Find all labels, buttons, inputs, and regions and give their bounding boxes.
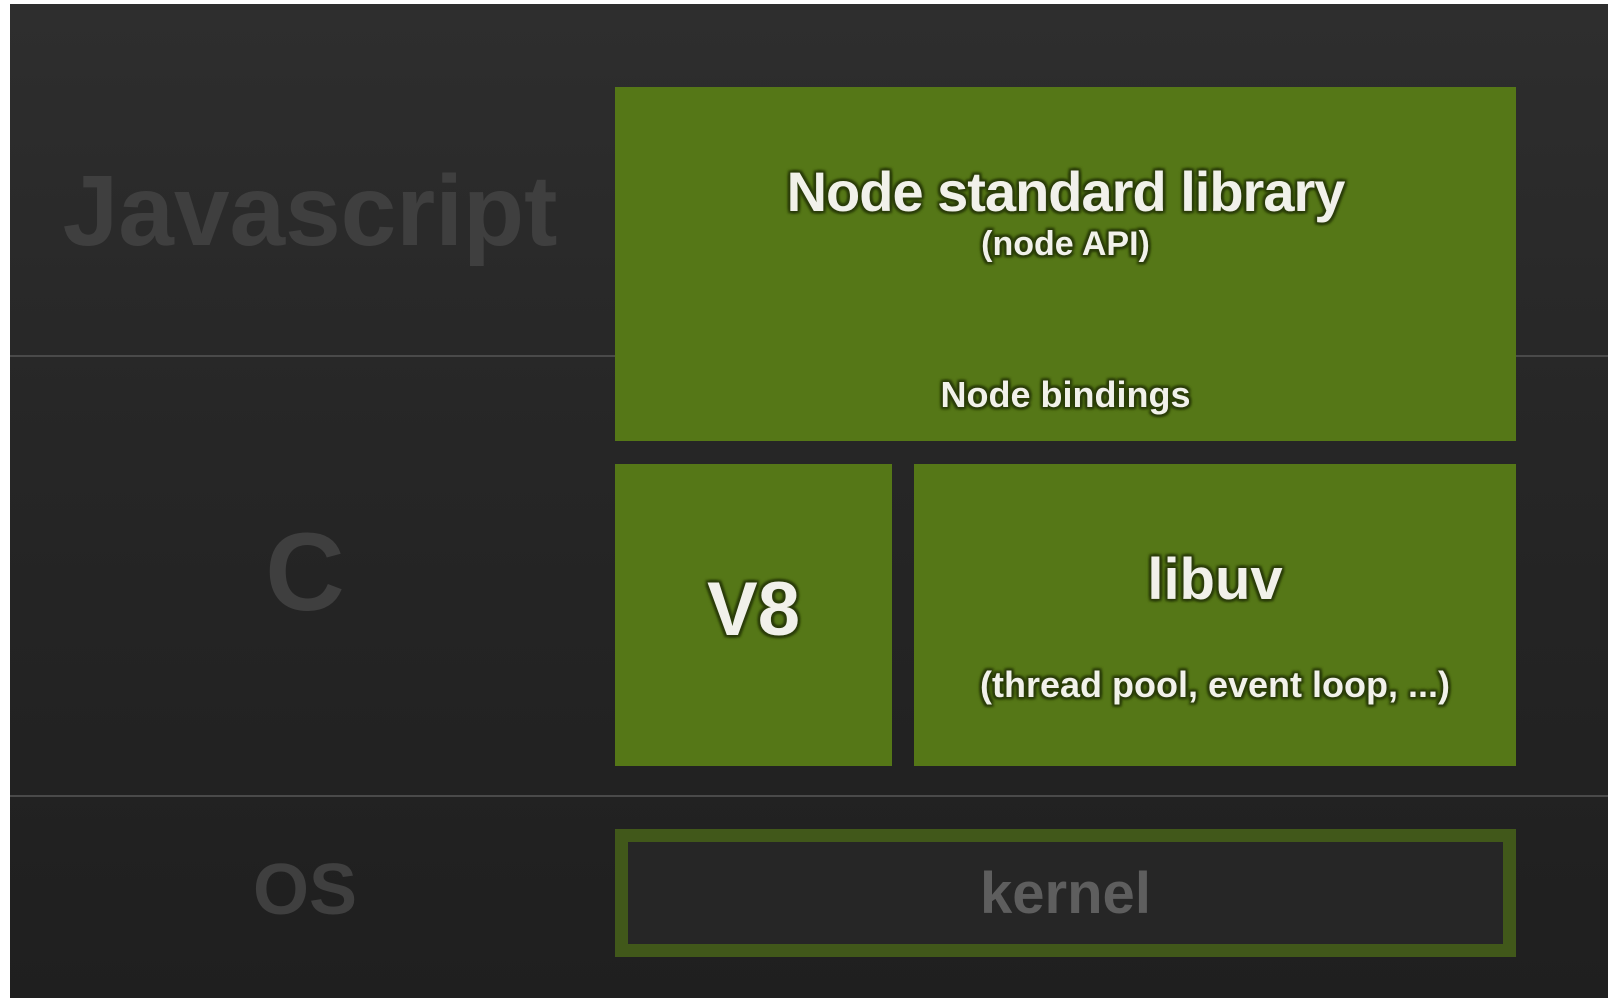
kernel-block: kernel (615, 829, 1516, 957)
node-standard-library-title: Node standard library (786, 160, 1346, 223)
layer-divider-c-os (10, 795, 1608, 797)
libuv-subtitle: (thread pool, event loop, ...) (979, 664, 1450, 705)
v8-block: V8 (615, 464, 892, 766)
layer-label-os: OS (252, 850, 358, 930)
node-api-subtitle: (node API) (981, 225, 1150, 263)
libuv-title: libuv (1147, 547, 1283, 612)
diagram-canvas: Javascript C OS Node standard library (n… (10, 4, 1608, 998)
kernel-label: kernel (980, 861, 1151, 926)
node-bindings-label: Node bindings (940, 374, 1191, 415)
v8-label: V8 (707, 567, 800, 652)
kernel-block-inner: kernel (628, 842, 1503, 944)
layer-label-c: C (265, 511, 345, 634)
libuv-block: libuv (thread pool, event loop, ...) (914, 464, 1516, 766)
layer-label-javascript: Javascript (62, 155, 558, 267)
node-standard-library-block: Node standard library (node API) Node bi… (615, 87, 1516, 441)
